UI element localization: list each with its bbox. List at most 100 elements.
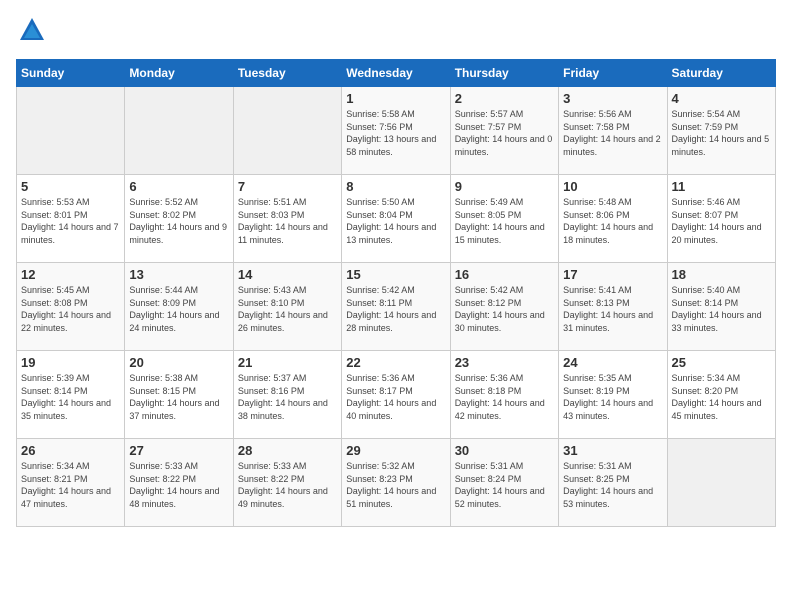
day-info: Sunrise: 5:31 AMSunset: 8:25 PMDaylight:… <box>563 460 662 510</box>
day-info: Sunrise: 5:34 AMSunset: 8:20 PMDaylight:… <box>672 372 771 422</box>
day-info: Sunrise: 5:51 AMSunset: 8:03 PMDaylight:… <box>238 196 337 246</box>
calendar-week-row: 26 Sunrise: 5:34 AMSunset: 8:21 PMDayligh… <box>17 439 776 527</box>
day-info: Sunrise: 5:33 AMSunset: 8:22 PMDaylight:… <box>238 460 337 510</box>
day-info: Sunrise: 5:38 AMSunset: 8:15 PMDaylight:… <box>129 372 228 422</box>
day-number: 18 <box>672 267 771 282</box>
calendar-cell: 21Sunrise: 5:37 AMSunset: 8:16 PMDayligh… <box>233 351 341 439</box>
day-info: Sunrise: 5:40 AMSunset: 8:14 PMDaylight:… <box>672 284 771 334</box>
day-number: 7 <box>238 179 337 194</box>
day-number: 26 <box>21 443 120 458</box>
calendar-cell: 22Sunrise: 5:36 AMSunset: 8:17 PMDayligh… <box>342 351 450 439</box>
day-info: Sunrise: 5:45 AMSunset: 8:08 PMDaylight:… <box>21 284 120 334</box>
calendar-cell: 10 Sunrise: 5:48 AMSunset: 8:06 PMDayligh… <box>559 175 667 263</box>
day-number: 6 <box>129 179 228 194</box>
calendar-cell: 17Sunrise: 5:41 AMSunset: 8:13 PMDayligh… <box>559 263 667 351</box>
day-info: Sunrise: 5:43 AMSunset: 8:10 PMDaylight:… <box>238 284 337 334</box>
calendar-cell: 4 Sunrise: 5:54 AMSunset: 7:59 PMDaylight… <box>667 87 775 175</box>
day-info: Sunrise: 5:49 AMSunset: 8:05 PMDaylight:… <box>455 196 554 246</box>
day-info: Sunrise: 5:36 AMSunset: 8:17 PMDaylight:… <box>346 372 445 422</box>
day-number: 8 <box>346 179 445 194</box>
calendar-cell <box>17 87 125 175</box>
calendar-cell: 8 Sunrise: 5:50 AMSunset: 8:04 PMDaylight… <box>342 175 450 263</box>
day-info: Sunrise: 5:58 AMSunset: 7:56 PMDaylight:… <box>346 108 445 158</box>
day-number: 16 <box>455 267 554 282</box>
day-number: 28 <box>238 443 337 458</box>
calendar-cell: 28 Sunrise: 5:33 AMSunset: 8:22 PMDayligh… <box>233 439 341 527</box>
day-number: 27 <box>129 443 228 458</box>
day-info: Sunrise: 5:42 AMSunset: 8:11 PMDaylight:… <box>346 284 445 334</box>
day-info: Sunrise: 5:52 AMSunset: 8:02 PMDaylight:… <box>129 196 228 246</box>
calendar-cell: 6 Sunrise: 5:52 AMSunset: 8:02 PMDaylight… <box>125 175 233 263</box>
calendar-cell <box>233 87 341 175</box>
day-info: Sunrise: 5:53 AMSunset: 8:01 PMDaylight:… <box>21 196 120 246</box>
calendar-cell: 7 Sunrise: 5:51 AMSunset: 8:03 PMDaylight… <box>233 175 341 263</box>
weekday-header: Sunday <box>17 60 125 87</box>
day-info: Sunrise: 5:54 AMSunset: 7:59 PMDaylight:… <box>672 108 771 158</box>
day-number: 13 <box>129 267 228 282</box>
day-info: Sunrise: 5:44 AMSunset: 8:09 PMDaylight:… <box>129 284 228 334</box>
day-number: 2 <box>455 91 554 106</box>
day-info: Sunrise: 5:56 AMSunset: 7:58 PMDaylight:… <box>563 108 662 158</box>
day-number: 5 <box>21 179 120 194</box>
calendar-header <box>16 16 776 49</box>
day-number: 29 <box>346 443 445 458</box>
day-number: 9 <box>455 179 554 194</box>
calendar-cell: 29 Sunrise: 5:32 AMSunset: 8:23 PMDayligh… <box>342 439 450 527</box>
day-number: 4 <box>672 91 771 106</box>
calendar-cell: 26 Sunrise: 5:34 AMSunset: 8:21 PMDayligh… <box>17 439 125 527</box>
weekday-header: Saturday <box>667 60 775 87</box>
day-number: 24 <box>563 355 662 370</box>
day-number: 14 <box>238 267 337 282</box>
calendar-week-row: 19 Sunrise: 5:39 AMSunset: 8:14 PMDayligh… <box>17 351 776 439</box>
calendar-cell: 3 Sunrise: 5:56 AMSunset: 7:58 PMDaylight… <box>559 87 667 175</box>
calendar-cell: 20 Sunrise: 5:38 AMSunset: 8:15 PMDayligh… <box>125 351 233 439</box>
calendar-cell: 30 Sunrise: 5:31 AMSunset: 8:24 PMDayligh… <box>450 439 558 527</box>
calendar-cell: 11 Sunrise: 5:46 AMSunset: 8:07 PMDayligh… <box>667 175 775 263</box>
weekday-header: Monday <box>125 60 233 87</box>
calendar-cell: 24Sunrise: 5:35 AMSunset: 8:19 PMDayligh… <box>559 351 667 439</box>
calendar-cell: 1 Sunrise: 5:58 AMSunset: 7:56 PMDaylight… <box>342 87 450 175</box>
day-number: 20 <box>129 355 228 370</box>
calendar-cell: 12 Sunrise: 5:45 AMSunset: 8:08 PMDayligh… <box>17 263 125 351</box>
calendar-cell: 16 Sunrise: 5:42 AMSunset: 8:12 PMDayligh… <box>450 263 558 351</box>
day-number: 1 <box>346 91 445 106</box>
logo-icon <box>18 16 46 44</box>
day-number: 10 <box>563 179 662 194</box>
day-info: Sunrise: 5:36 AMSunset: 8:18 PMDaylight:… <box>455 372 554 422</box>
day-info: Sunrise: 5:34 AMSunset: 8:21 PMDaylight:… <box>21 460 120 510</box>
day-info: Sunrise: 5:42 AMSunset: 8:12 PMDaylight:… <box>455 284 554 334</box>
day-number: 19 <box>21 355 120 370</box>
day-number: 17 <box>563 267 662 282</box>
calendar-cell: 23Sunrise: 5:36 AMSunset: 8:18 PMDayligh… <box>450 351 558 439</box>
day-info: Sunrise: 5:39 AMSunset: 8:14 PMDaylight:… <box>21 372 120 422</box>
calendar-cell <box>667 439 775 527</box>
calendar-cell: 14 Sunrise: 5:43 AMSunset: 8:10 PMDayligh… <box>233 263 341 351</box>
day-number: 30 <box>455 443 554 458</box>
weekday-header: Friday <box>559 60 667 87</box>
calendar-cell: 9 Sunrise: 5:49 AMSunset: 8:05 PMDaylight… <box>450 175 558 263</box>
day-number: 15 <box>346 267 445 282</box>
calendar-cell: 19 Sunrise: 5:39 AMSunset: 8:14 PMDayligh… <box>17 351 125 439</box>
calendar-cell: 27 Sunrise: 5:33 AMSunset: 8:22 PMDayligh… <box>125 439 233 527</box>
day-info: Sunrise: 5:31 AMSunset: 8:24 PMDaylight:… <box>455 460 554 510</box>
weekday-header: Thursday <box>450 60 558 87</box>
day-number: 3 <box>563 91 662 106</box>
day-info: Sunrise: 5:46 AMSunset: 8:07 PMDaylight:… <box>672 196 771 246</box>
calendar-cell: 31 Sunrise: 5:31 AMSunset: 8:25 PMDayligh… <box>559 439 667 527</box>
calendar-week-row: 1 Sunrise: 5:58 AMSunset: 7:56 PMDaylight… <box>17 87 776 175</box>
calendar-table: SundayMondayTuesdayWednesdayThursdayFrid… <box>16 59 776 527</box>
day-number: 12 <box>21 267 120 282</box>
day-number: 25 <box>672 355 771 370</box>
day-info: Sunrise: 5:33 AMSunset: 8:22 PMDaylight:… <box>129 460 228 510</box>
logo <box>16 16 46 49</box>
day-info: Sunrise: 5:37 AMSunset: 8:16 PMDaylight:… <box>238 372 337 422</box>
calendar-week-row: 5 Sunrise: 5:53 AMSunset: 8:01 PMDaylight… <box>17 175 776 263</box>
day-info: Sunrise: 5:50 AMSunset: 8:04 PMDaylight:… <box>346 196 445 246</box>
day-number: 11 <box>672 179 771 194</box>
day-info: Sunrise: 5:32 AMSunset: 8:23 PMDaylight:… <box>346 460 445 510</box>
calendar-cell: 2Sunrise: 5:57 AMSunset: 7:57 PMDaylight… <box>450 87 558 175</box>
calendar-cell: 15 Sunrise: 5:42 AMSunset: 8:11 PMDayligh… <box>342 263 450 351</box>
day-number: 31 <box>563 443 662 458</box>
day-info: Sunrise: 5:48 AMSunset: 8:06 PMDaylight:… <box>563 196 662 246</box>
weekday-header: Tuesday <box>233 60 341 87</box>
